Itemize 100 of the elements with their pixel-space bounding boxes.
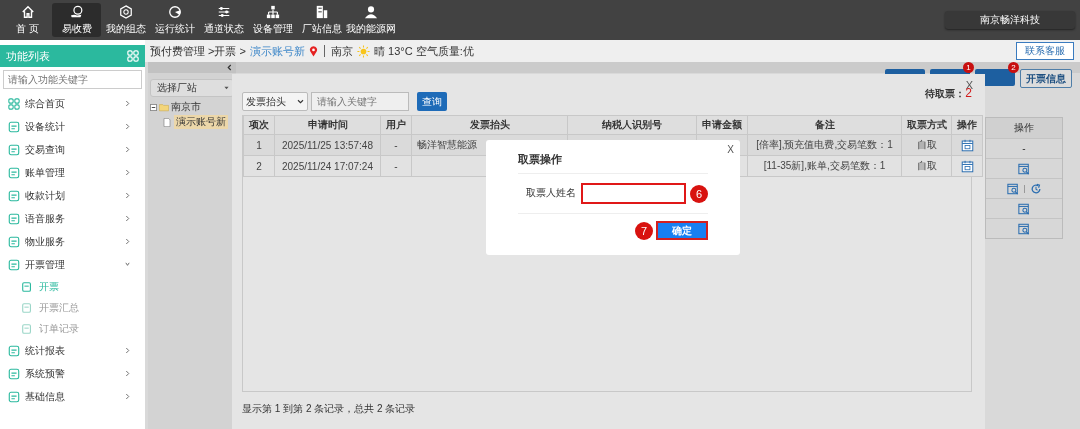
menu-item[interactable]: 统计报表 xyxy=(3,339,142,362)
menu-item[interactable]: 收款计划 xyxy=(3,184,142,207)
calendar-icon[interactable] xyxy=(960,159,974,173)
chevron-icon xyxy=(125,100,130,107)
nav-tab[interactable]: 运行统计 xyxy=(150,3,199,37)
column-header: 操作 xyxy=(951,115,983,135)
view-record-icon[interactable] xyxy=(1018,222,1030,235)
filter-select[interactable]: 发票抬头 xyxy=(242,92,308,111)
count-badge: 2 xyxy=(1008,62,1019,73)
sliders-icon xyxy=(216,4,231,19)
chevron-icon xyxy=(125,393,130,400)
home-icon xyxy=(20,4,35,19)
contact-button[interactable]: 联系客服 xyxy=(1016,42,1074,60)
collapse-icon[interactable] xyxy=(227,64,232,71)
pie-chart-icon xyxy=(167,4,182,19)
table-cell: 畅洋智慧能源 xyxy=(417,139,477,150)
menu-item[interactable]: 物业服务 xyxy=(3,230,142,253)
menu-item[interactable]: 综合首页 xyxy=(3,92,142,115)
view-record-icon[interactable] xyxy=(1018,202,1030,215)
chevron-icon xyxy=(125,123,130,130)
tile-icon xyxy=(8,143,20,156)
table-cell: 2025/11/24 17:07:24 xyxy=(282,160,373,172)
keyword-field[interactable]: 请输入关键字 xyxy=(311,92,409,111)
caret-icon xyxy=(224,86,229,90)
column-header: 备注 xyxy=(747,115,902,135)
menu-item[interactable]: 开票管理 xyxy=(3,253,142,276)
nav-tab[interactable]: 厂站信息 xyxy=(297,3,346,37)
refresh-icon[interactable] xyxy=(1029,182,1042,195)
menu-item[interactable]: 账单管理 xyxy=(3,161,142,184)
nav-tab[interactable]: 易收费 xyxy=(52,3,101,37)
chevron-icon xyxy=(125,370,130,377)
menu-item[interactable]: 交易查询 xyxy=(3,138,142,161)
column-header: 发票抬头 xyxy=(411,115,568,135)
menu-item[interactable]: 系统预警 xyxy=(3,362,142,385)
table-cell: 自取 xyxy=(916,139,937,150)
column-header: 申请金额 xyxy=(696,115,748,135)
confirm-button[interactable]: 确定 xyxy=(656,221,708,240)
file-icon xyxy=(162,117,172,127)
sun-icon xyxy=(356,44,370,58)
invoice-info-button[interactable]: 开票信息 xyxy=(1020,69,1072,88)
minus-box-icon[interactable] xyxy=(150,103,157,111)
table-cell: - xyxy=(394,139,398,151)
nav-tab[interactable]: 设备管理 xyxy=(248,3,297,37)
nav-tab[interactable]: 通道状态 xyxy=(199,3,248,37)
tree-node[interactable]: 南京市 xyxy=(171,100,201,114)
sidebar-title: 功能列表 xyxy=(6,48,50,64)
grid-icon xyxy=(8,97,20,110)
menu-item[interactable]: 基础信息 xyxy=(3,385,142,408)
table-cell: 1 xyxy=(256,139,262,151)
view-record-icon[interactable] xyxy=(1006,182,1019,195)
record-summary: 显示第 1 到第 2 条记录，总共 2 条记录 xyxy=(242,402,417,416)
chevron-down-icon xyxy=(297,99,304,104)
location-pin-icon xyxy=(308,45,318,57)
account-link[interactable]: 演示账号新 xyxy=(249,43,305,59)
chevron-icon xyxy=(125,192,130,199)
table-cell: [11-35新],账单,交易笔数：1 xyxy=(763,160,886,171)
coin-hand-icon xyxy=(69,4,84,19)
folder-icon xyxy=(159,102,169,112)
column-header: 申请时间 xyxy=(274,115,381,135)
column-header: 纳税人识别号 xyxy=(567,115,697,135)
tile-icon xyxy=(8,258,20,271)
menu-item[interactable]: 设备统计 xyxy=(3,115,142,138)
chevron-icon xyxy=(125,215,130,222)
document-icon xyxy=(21,322,33,335)
search-field[interactable]: 请输入功能关键字 xyxy=(3,70,142,89)
column-header: 取票方式 xyxy=(901,115,952,135)
column-header: 用户 xyxy=(380,115,412,135)
company-name: 南京畅洋科技 xyxy=(945,11,1075,29)
building-icon xyxy=(314,4,329,19)
breadcrumb-path: 预付费管理 >开票 > xyxy=(150,43,246,59)
step-marker: 6 xyxy=(690,184,708,203)
close-button[interactable]: X xyxy=(727,144,734,155)
table-cell: 自取 xyxy=(916,160,937,171)
tile-icon xyxy=(8,120,20,133)
tile-icon xyxy=(8,390,20,403)
chevron-icon xyxy=(125,238,130,245)
calendar-icon[interactable] xyxy=(960,138,974,152)
table-cell: [倍率],预充值电费,交易笔数：1 xyxy=(756,139,893,150)
dialog-title: 取票操作 xyxy=(518,152,708,174)
table-cell: 2 xyxy=(256,160,262,172)
tile-icon xyxy=(8,166,20,179)
query-button[interactable]: 查询 xyxy=(417,92,447,111)
nav-tab[interactable]: 我的组态 xyxy=(101,3,150,37)
view-record-icon[interactable] xyxy=(1018,162,1030,175)
table-cell: - xyxy=(394,160,398,172)
document-icon xyxy=(21,280,33,293)
nav-tab[interactable]: 我的能源网 xyxy=(346,3,395,37)
field-label: 取票人姓名 xyxy=(525,187,576,200)
chevron-icon xyxy=(125,146,130,153)
weather-text: 晴 13°C 空气质量:优 xyxy=(373,43,474,59)
nav-tab[interactable]: 首 页 xyxy=(3,3,52,37)
pending-label: 待取票： xyxy=(925,87,966,101)
chevron-icon xyxy=(125,261,130,268)
close-button[interactable]: X xyxy=(965,79,973,90)
station-select[interactable]: 选择厂站 xyxy=(150,79,234,97)
menu-item[interactable]: 语音服务 xyxy=(3,207,142,230)
tree-node[interactable]: 演示账号新 xyxy=(174,115,228,129)
tile-icon xyxy=(8,367,20,380)
person-icon xyxy=(363,4,378,19)
name-field[interactable] xyxy=(581,183,686,204)
